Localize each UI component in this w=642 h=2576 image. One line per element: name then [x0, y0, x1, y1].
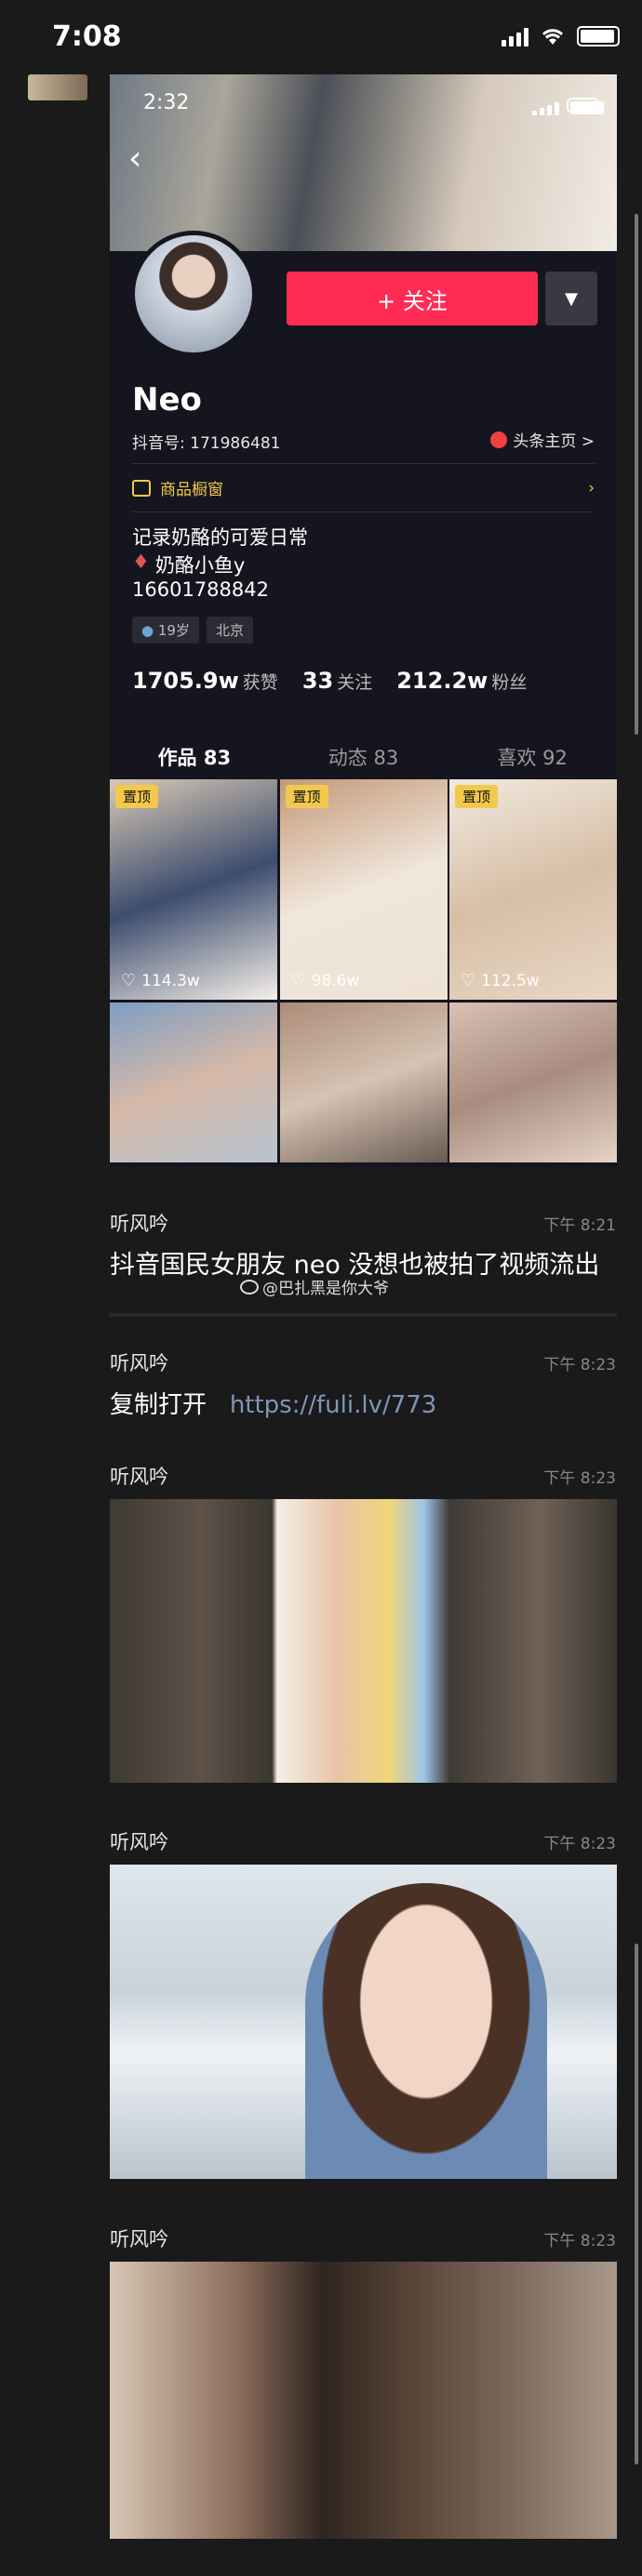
- stat-following[interactable]: 33 关注: [302, 668, 372, 694]
- message-text-prefix: 复制打开: [110, 1391, 207, 1419]
- stat-likes-label: 获赞: [242, 672, 278, 693]
- bio-phone: 16601788842: [132, 578, 269, 601]
- chevron-right-icon: ›: [588, 478, 595, 498]
- more-dropdown-button[interactable]: ▼: [545, 272, 597, 325]
- message-sender: 听风吟: [110, 2228, 168, 2251]
- avatar[interactable]: [130, 231, 257, 357]
- sender-thumbnail[interactable]: [28, 74, 87, 100]
- douyin-id: 抖音号: 171986481: [132, 434, 281, 453]
- profile-name: Neo: [132, 381, 202, 418]
- video-likes: ♡ 112.5w: [461, 971, 540, 990]
- toutiao-link[interactable]: 头条主页 >: [490, 428, 595, 451]
- person-icon: ●: [141, 622, 158, 639]
- profile-cover: 2:32 ‹: [110, 74, 617, 251]
- stat-followers-label: 粉丝: [491, 672, 528, 693]
- video-likes: ♡ 114.3w: [121, 971, 200, 990]
- inner-status-icons: [532, 95, 604, 115]
- bio-line-1: 记录奶酪的可爱日常: [132, 526, 308, 549]
- follow-button[interactable]: + 关注: [287, 272, 538, 325]
- pinned-badge: 置顶: [455, 785, 499, 808]
- person-icon: ♦: [132, 551, 150, 573]
- message-sender: 听风吟: [110, 1352, 168, 1374]
- video-likes-count: 114.3w: [141, 971, 200, 990]
- video-thumb[interactable]: [279, 1002, 448, 1162]
- heart-icon: ♡: [461, 971, 476, 990]
- inner-signal-icon: [532, 95, 559, 115]
- stat-likes: 1705.9w 获赞: [132, 668, 278, 694]
- status-icons: [502, 26, 620, 46]
- shop-window-row[interactable]: 商品橱窗 ›: [132, 476, 595, 499]
- video-thumb[interactable]: [110, 1002, 277, 1162]
- message-image[interactable]: [110, 1865, 617, 2179]
- back-icon[interactable]: ‹: [128, 139, 141, 178]
- inner-battery-icon: [567, 98, 604, 114]
- age-tag: ● 19岁: [132, 617, 199, 644]
- age-tag-text: 19岁: [157, 622, 190, 639]
- chevron-down-icon: ▼: [565, 288, 578, 309]
- message-link[interactable]: https://fuli.lv/773: [230, 1391, 437, 1419]
- message-sender: 听风吟: [110, 1466, 168, 1488]
- profile-tags: ● 19岁 北京: [132, 617, 253, 644]
- pinned-badge: 置顶: [115, 785, 159, 808]
- message-sender: 听风吟: [110, 1213, 168, 1235]
- status-time: 7:08: [52, 20, 122, 53]
- divider: [132, 463, 595, 464]
- message-time: 下午 8:23: [543, 2232, 616, 2251]
- message-image[interactable]: [110, 1499, 617, 1783]
- message-text[interactable]: 复制打开 https://fuli.lv/773: [110, 1386, 436, 1420]
- weibo-icon: [240, 1279, 259, 1295]
- toutiao-label: 头条主页 >: [513, 432, 595, 451]
- photo-subject: [305, 1883, 547, 2179]
- video-thumb[interactable]: 置顶 ♡ 98.6w: [279, 779, 448, 1000]
- divider: [110, 1313, 617, 1317]
- battery-icon: [577, 26, 620, 46]
- status-bar: 7:08: [0, 0, 642, 74]
- video-grid: 置顶 ♡ 114.3w 置顶 ♡ 98.6w 置顶 ♡ 112.5w: [110, 779, 617, 1162]
- stat-followers-value: 212.2w: [396, 668, 488, 694]
- toutiao-icon: [490, 431, 508, 448]
- pinned-badge: 置顶: [285, 785, 328, 808]
- scrollbar[interactable]: [635, 214, 638, 735]
- video-thumb[interactable]: 置顶 ♡ 112.5w: [449, 779, 617, 1000]
- follow-label: + 关注: [377, 287, 448, 314]
- bio-line-2-text: 奶酪小鱼y: [154, 554, 246, 577]
- message-sender: 听风吟: [110, 1831, 168, 1853]
- profile-screenshot[interactable]: 2:32 ‹ + 关注 ▼ Neo 抖音号: 171986481 头条主页 > …: [110, 74, 617, 1167]
- stat-followers[interactable]: 212.2w 粉丝: [396, 668, 527, 694]
- message-time: 下午 8:23: [543, 1356, 616, 1374]
- wifi-icon: [542, 29, 564, 45]
- message-image[interactable]: [110, 2262, 617, 2539]
- scrollbar-lower[interactable]: [635, 1944, 638, 2464]
- message-time: 下午 8:21: [543, 1216, 616, 1235]
- video-likes-count: 112.5w: [481, 971, 540, 990]
- video-likes: ♡ 98.6w: [291, 971, 360, 990]
- profile-stats: 1705.9w 获赞 33 关注 212.2w 粉丝: [132, 668, 527, 694]
- signal-icon: [502, 26, 528, 46]
- watermark-text: @巴扎黑是你大爷: [262, 1280, 389, 1298]
- stat-likes-value: 1705.9w: [132, 668, 239, 694]
- message-time: 下午 8:23: [543, 1469, 616, 1488]
- video-likes-count: 98.6w: [311, 971, 360, 990]
- shop-label: 商品橱窗: [160, 481, 223, 499]
- location-tag: 北京: [206, 617, 253, 644]
- video-thumb[interactable]: 置顶 ♡ 114.3w: [110, 779, 277, 1000]
- video-thumb[interactable]: [449, 1002, 617, 1162]
- message-time: 下午 8:23: [543, 1835, 616, 1853]
- shop-icon: [132, 479, 151, 497]
- stat-following-label: 关注: [337, 672, 373, 693]
- divider: [132, 511, 595, 512]
- inner-status-time: 2:32: [143, 91, 190, 114]
- heart-icon: ♡: [290, 971, 306, 990]
- heart-icon: ♡: [121, 971, 137, 990]
- bio-line-2: ♦ 奶酪小鱼y: [132, 551, 245, 578]
- watermark: @巴扎黑是你大爷: [240, 1275, 389, 1298]
- stat-following-value: 33: [301, 668, 334, 694]
